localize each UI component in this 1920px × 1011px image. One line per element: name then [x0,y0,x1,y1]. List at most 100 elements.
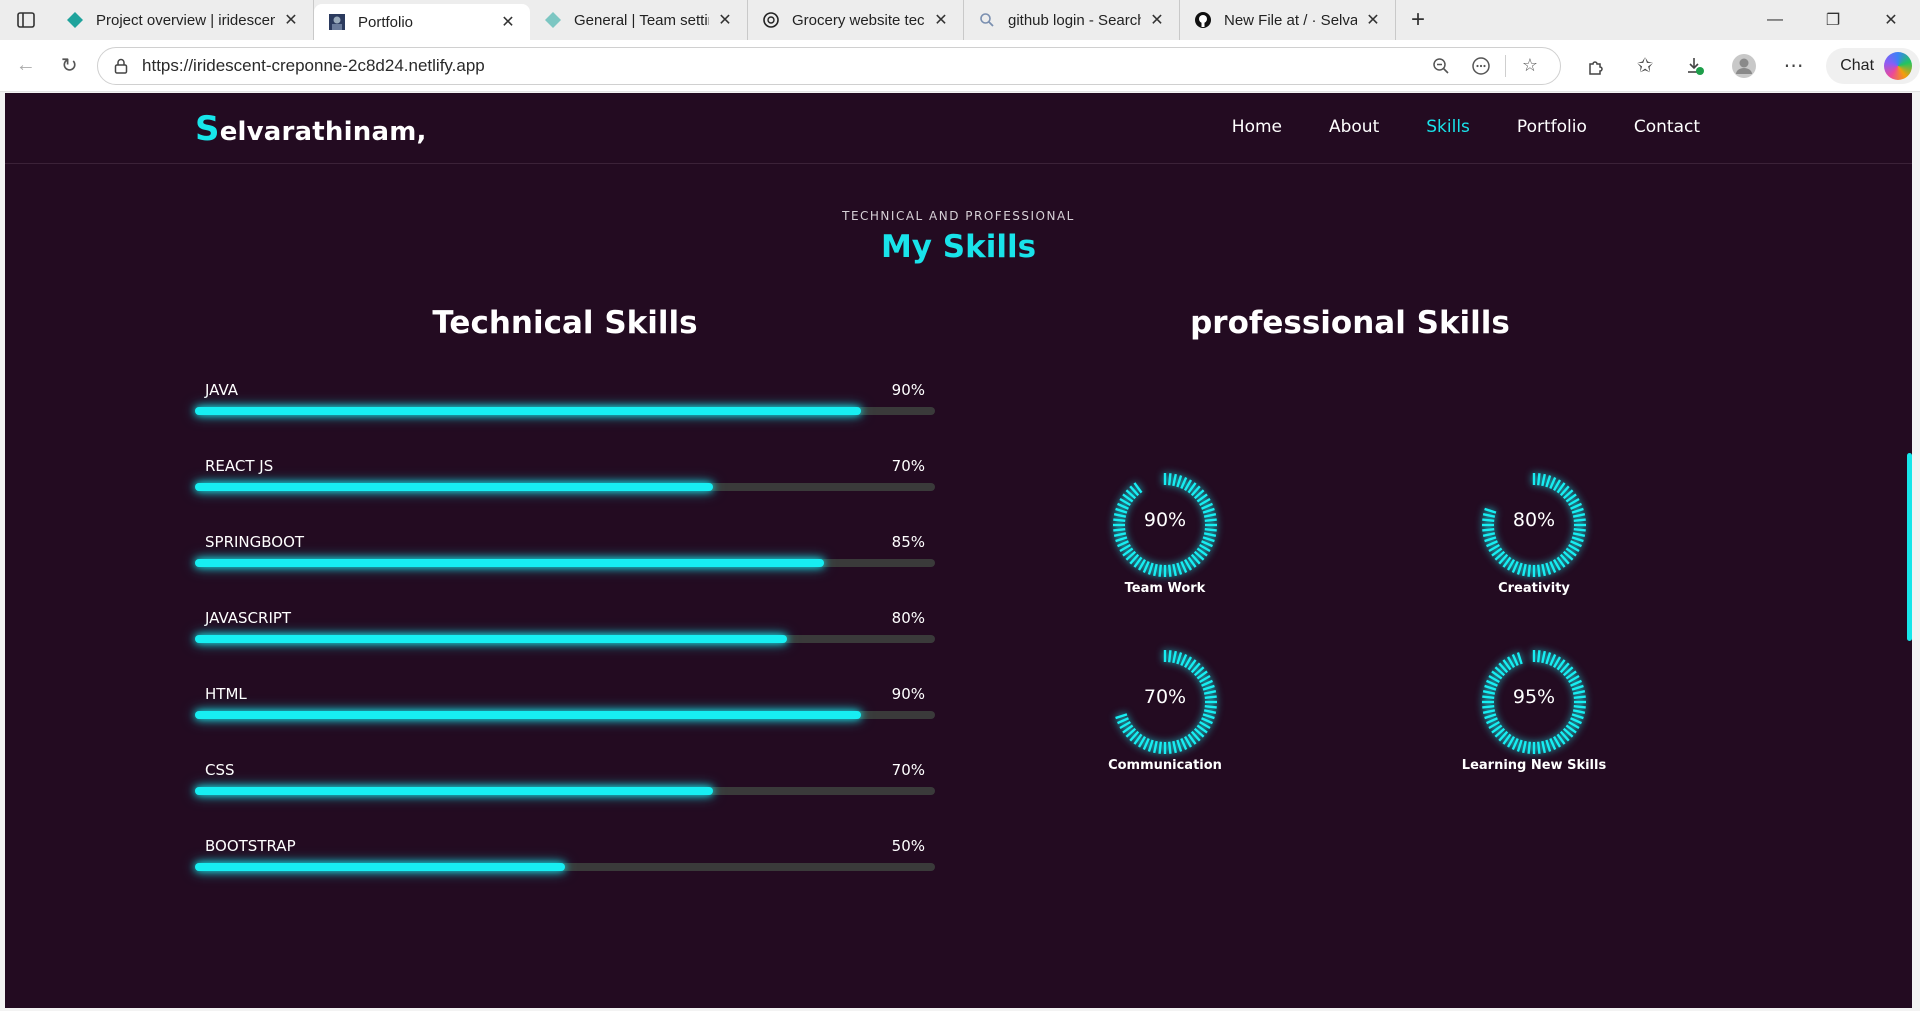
gauge-tick [1117,717,1129,725]
browser-tab-grocery[interactable]: Grocery website tech stack ✕ [748,0,964,40]
close-icon[interactable]: ✕ [1365,10,1381,30]
skill-percent: 50% [891,837,925,855]
zoom-out-icon[interactable] [1421,57,1461,75]
gauge-tick [1571,713,1584,720]
gauge-tick [1482,709,1496,714]
search-icon [978,11,996,29]
favorites-icon[interactable]: ✩ [1620,47,1669,85]
nav-link-about[interactable]: About [1329,117,1379,137]
gauge-tick [1158,564,1163,577]
gauge-tick [1153,740,1158,754]
skill-bar-row: JAVA 90% [195,381,935,457]
progress-track [195,711,935,719]
skill-bar-row: JAVASCRIPT 80% [195,609,935,685]
gauge-tick [1571,536,1584,543]
nav-link-contact[interactable]: Contact [1634,117,1700,137]
gauge-percent: 70% [1143,686,1187,708]
extensions-icon[interactable] [1571,47,1620,85]
gauge-tick [1180,654,1188,666]
gauge-tick [1486,540,1498,548]
gauge-tick [1167,650,1172,663]
gauge-tick [1486,679,1498,687]
progress-fill [195,407,861,415]
gauge-tick [1572,532,1586,537]
skill-bar-row: CSS 70% [195,761,935,837]
site-logo[interactable]: Selvarathinam, [195,109,427,149]
gauge-tick [1142,738,1150,750]
copilot-icon [1884,51,1913,80]
gauge-tick [1201,540,1213,548]
scrollbar[interactable] [1907,453,1912,641]
close-window-button[interactable]: ✕ [1862,0,1920,40]
close-icon[interactable]: ✕ [717,10,733,30]
chatgpt-icon [762,11,780,29]
close-icon[interactable]: ✕ [933,10,949,30]
tab-title: New File at / · Selvarathinam [1224,11,1357,29]
gauge-tick [1167,741,1172,754]
gauge-tick [1516,652,1523,665]
gauge-label: Creativity [1498,581,1570,596]
restore-button[interactable]: ❐ [1804,0,1862,40]
progress-track [195,483,935,491]
close-icon[interactable]: ✕ [500,12,516,32]
progress-fill [195,483,713,491]
gauge-tick [1142,561,1150,573]
tab-title: General | Team settings | selv [574,11,709,29]
gauge-percent: 95% [1512,686,1556,708]
refresh-icon: ↻ [60,55,78,77]
skill-radial-gauge: 70% Communication [1065,642,1265,802]
browser-tab-github-newfile[interactable]: New File at / · Selvarathinam ✕ [1180,0,1396,40]
nav-link-home[interactable]: Home [1232,117,1282,137]
address-bar[interactable]: https://iridescent-creponne-2c8d24.netli… [97,46,1561,85]
skill-name: BOOTSTRAP [205,837,296,855]
new-tab-button[interactable]: + [1396,0,1440,40]
chat-button[interactable]: Chat [1826,47,1920,84]
gauge-tick [1545,562,1552,575]
downloads-icon[interactable] [1670,47,1719,85]
favorite-star-icon[interactable]: ☆ [1510,55,1550,76]
gauge-tick [1536,564,1541,577]
gauge-tick [1570,679,1582,687]
gauge-tick [1180,738,1188,750]
professional-skills-title: professional Skills [1190,305,1510,341]
nav-link-skills[interactable]: Skills [1426,117,1470,137]
tab-actions-button[interactable] [0,0,52,40]
skill-name: SPRINGBOOT [205,533,305,551]
gauge-tick [1570,540,1582,548]
url-text[interactable]: https://iridescent-creponne-2c8d24.netli… [142,56,1421,76]
gauge-tick [1570,717,1582,725]
skill-percent: 85% [891,533,925,551]
refresh-button[interactable]: ↻ [48,48,92,84]
profile-avatar[interactable] [1719,47,1768,85]
browser-tab-github-search[interactable]: github login - Search ✕ [964,0,1180,40]
gauge-tick [1536,741,1541,754]
close-icon[interactable]: ✕ [1149,10,1165,30]
gauge-tick [1202,713,1215,720]
close-icon[interactable]: ✕ [283,10,299,30]
progress-fill [195,863,565,871]
sidebar-toggle-icon [17,12,35,28]
gauge-tick [1545,652,1552,665]
back-button[interactable]: ← [4,48,48,84]
skill-name: REACT JS [205,457,274,475]
gauge-tick [1203,709,1217,714]
skill-percent: 90% [891,381,925,399]
minimize-button[interactable]: — [1746,0,1804,40]
progress-track [195,863,935,871]
gauge-tick [1201,679,1213,687]
more-options-icon[interactable]: ⋯ [1769,47,1818,85]
gauge-tick [1117,502,1129,510]
gauge-percent: 80% [1512,509,1556,531]
portfolio-favicon [328,13,346,31]
gauge-tick [1147,739,1154,752]
gauge-tick [1549,561,1557,573]
chat-label: Chat [1840,56,1875,74]
skill-name: JAVASCRIPT [205,609,292,627]
read-aloud-icon[interactable] [1461,56,1501,76]
nav-link-portfolio[interactable]: Portfolio [1517,117,1587,137]
gauge-tick [1115,713,1128,720]
browser-tab-project-overview[interactable]: Project overview | iridescent- ✕ [52,0,314,40]
browser-tab-team-settings[interactable]: General | Team settings | selv ✕ [530,0,748,40]
progress-fill [195,711,861,719]
browser-tab-portfolio[interactable]: Portfolio ✕ [314,4,530,40]
